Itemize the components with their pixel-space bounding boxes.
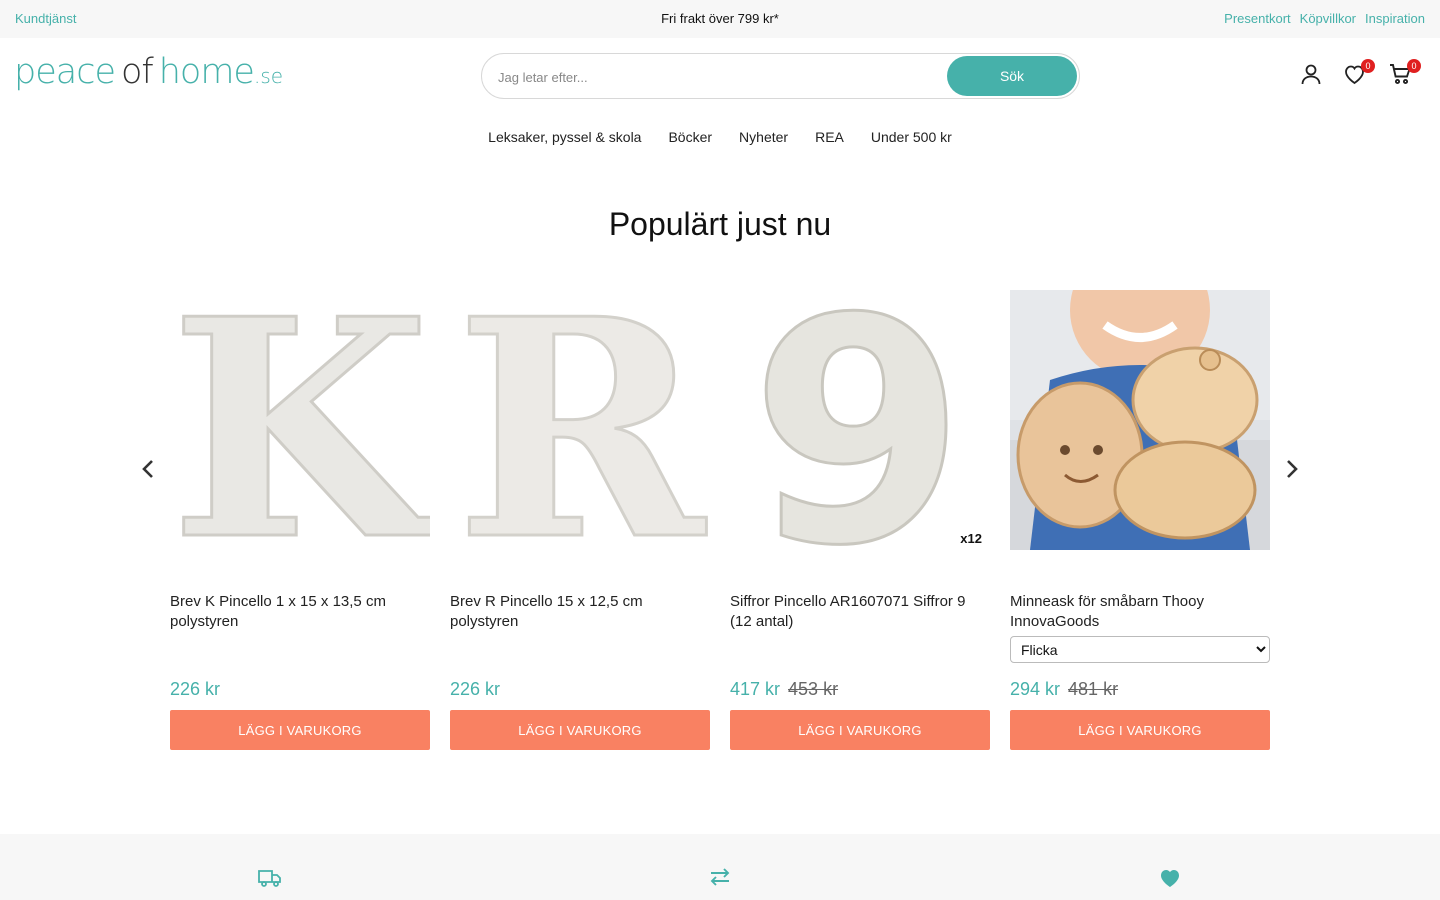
current-price: 226 kr <box>170 679 221 699</box>
product-price: 417 kr 453 kr <box>730 679 838 700</box>
product-image-letter-k[interactable]: K <box>170 290 430 550</box>
search-button[interactable]: Sök <box>947 56 1077 96</box>
product-name[interactable]: Minneask för småbarn Thooy InnovaGoods <box>1010 592 1270 632</box>
carousel-prev-button[interactable] <box>136 456 160 482</box>
product-price: 226 kr <box>170 679 220 700</box>
product-card: K Brev K Pincello 1 x 15 x 13,5 cm polys… <box>170 290 430 750</box>
terms-link[interactable]: Köpvillkor <box>1300 11 1356 26</box>
truck-icon <box>258 866 282 888</box>
main-nav: Leksaker, pyssel & skola Böcker Nyheter … <box>0 129 1440 145</box>
add-to-cart-button[interactable]: LÄGG I VARUKORG <box>1010 710 1270 750</box>
variant-select[interactable]: Flicka <box>1010 636 1270 663</box>
product-card: Minneask för småbarn Thooy InnovaGoods F… <box>1010 290 1270 750</box>
nav-item-under-500[interactable]: Under 500 kr <box>871 129 952 145</box>
current-price: 294 kr <box>1010 679 1061 699</box>
svg-text:R: R <box>455 290 708 550</box>
product-name[interactable]: Brev R Pincello 15 x 12,5 cm polystyren <box>450 592 710 632</box>
site-logo[interactable]: peace of home .se <box>14 50 283 94</box>
search-box: Sök <box>481 53 1080 99</box>
product-image-number-9[interactable]: 9 x12 <box>730 290 990 550</box>
top-bar: Kundtjänst Fri frakt över 799 kr* Presen… <box>0 0 1440 38</box>
chevron-left-icon <box>142 460 153 478</box>
user-icon[interactable] <box>1299 62 1325 88</box>
current-price: 226 kr <box>450 679 501 699</box>
product-price: 226 kr <box>450 679 500 700</box>
product-name[interactable]: Siffror Pincello AR1607071 Siffror 9 (12… <box>730 592 990 632</box>
wishlist-count-badge: 0 <box>1361 59 1375 73</box>
nav-item-books[interactable]: Böcker <box>668 129 712 145</box>
product-price: 294 kr 481 kr <box>1010 679 1118 700</box>
current-price: 417 kr <box>730 679 781 699</box>
cart-button[interactable]: 0 <box>1388 59 1421 88</box>
product-name[interactable]: Brev K Pincello 1 x 15 x 13,5 cm polysty… <box>170 592 430 632</box>
exchange-icon <box>708 866 732 888</box>
search-input[interactable] <box>498 66 938 88</box>
wishlist-button[interactable]: 0 <box>1342 59 1375 88</box>
inspiration-link[interactable]: Inspiration <box>1365 11 1425 26</box>
gift-card-link[interactable]: Presentkort <box>1224 11 1290 26</box>
product-card: R Brev R Pincello 15 x 12,5 cm polystyre… <box>450 290 710 750</box>
logo-word-peace: peace <box>14 52 116 92</box>
svg-text:9: 9 <box>750 290 966 550</box>
carousel-next-button[interactable] <box>1280 456 1304 482</box>
nav-item-news[interactable]: Nyheter <box>739 129 788 145</box>
quantity-badge: x12 <box>960 531 982 546</box>
add-to-cart-button[interactable]: LÄGG I VARUKORG <box>450 710 710 750</box>
logo-word-of: of <box>120 52 154 92</box>
product-image-letter-r[interactable]: R <box>450 290 710 550</box>
chevron-right-icon <box>1287 460 1298 478</box>
product-image-tooth-box[interactable] <box>1010 290 1270 550</box>
nav-item-toys[interactable]: Leksaker, pyssel & skola <box>488 129 641 145</box>
section-title: Populärt just nu <box>608 206 832 242</box>
product-card: 9 x12 Siffror Pincello AR1607071 Siffror… <box>730 290 990 750</box>
old-price: 481 kr <box>1068 679 1119 699</box>
nav-item-sale[interactable]: REA <box>815 129 844 145</box>
add-to-cart-button[interactable]: LÄGG I VARUKORG <box>730 710 990 750</box>
logo-tld: .se <box>253 64 284 88</box>
logo-word-home: home <box>158 52 255 92</box>
top-links: Presentkort Köpvillkor Inspiration <box>1224 11 1425 26</box>
cart-count-badge: 0 <box>1407 59 1421 73</box>
svg-text:K: K <box>170 290 430 550</box>
old-price: 453 kr <box>788 679 839 699</box>
heart-icon <box>1158 866 1182 888</box>
add-to-cart-button[interactable]: LÄGG I VARUKORG <box>170 710 430 750</box>
